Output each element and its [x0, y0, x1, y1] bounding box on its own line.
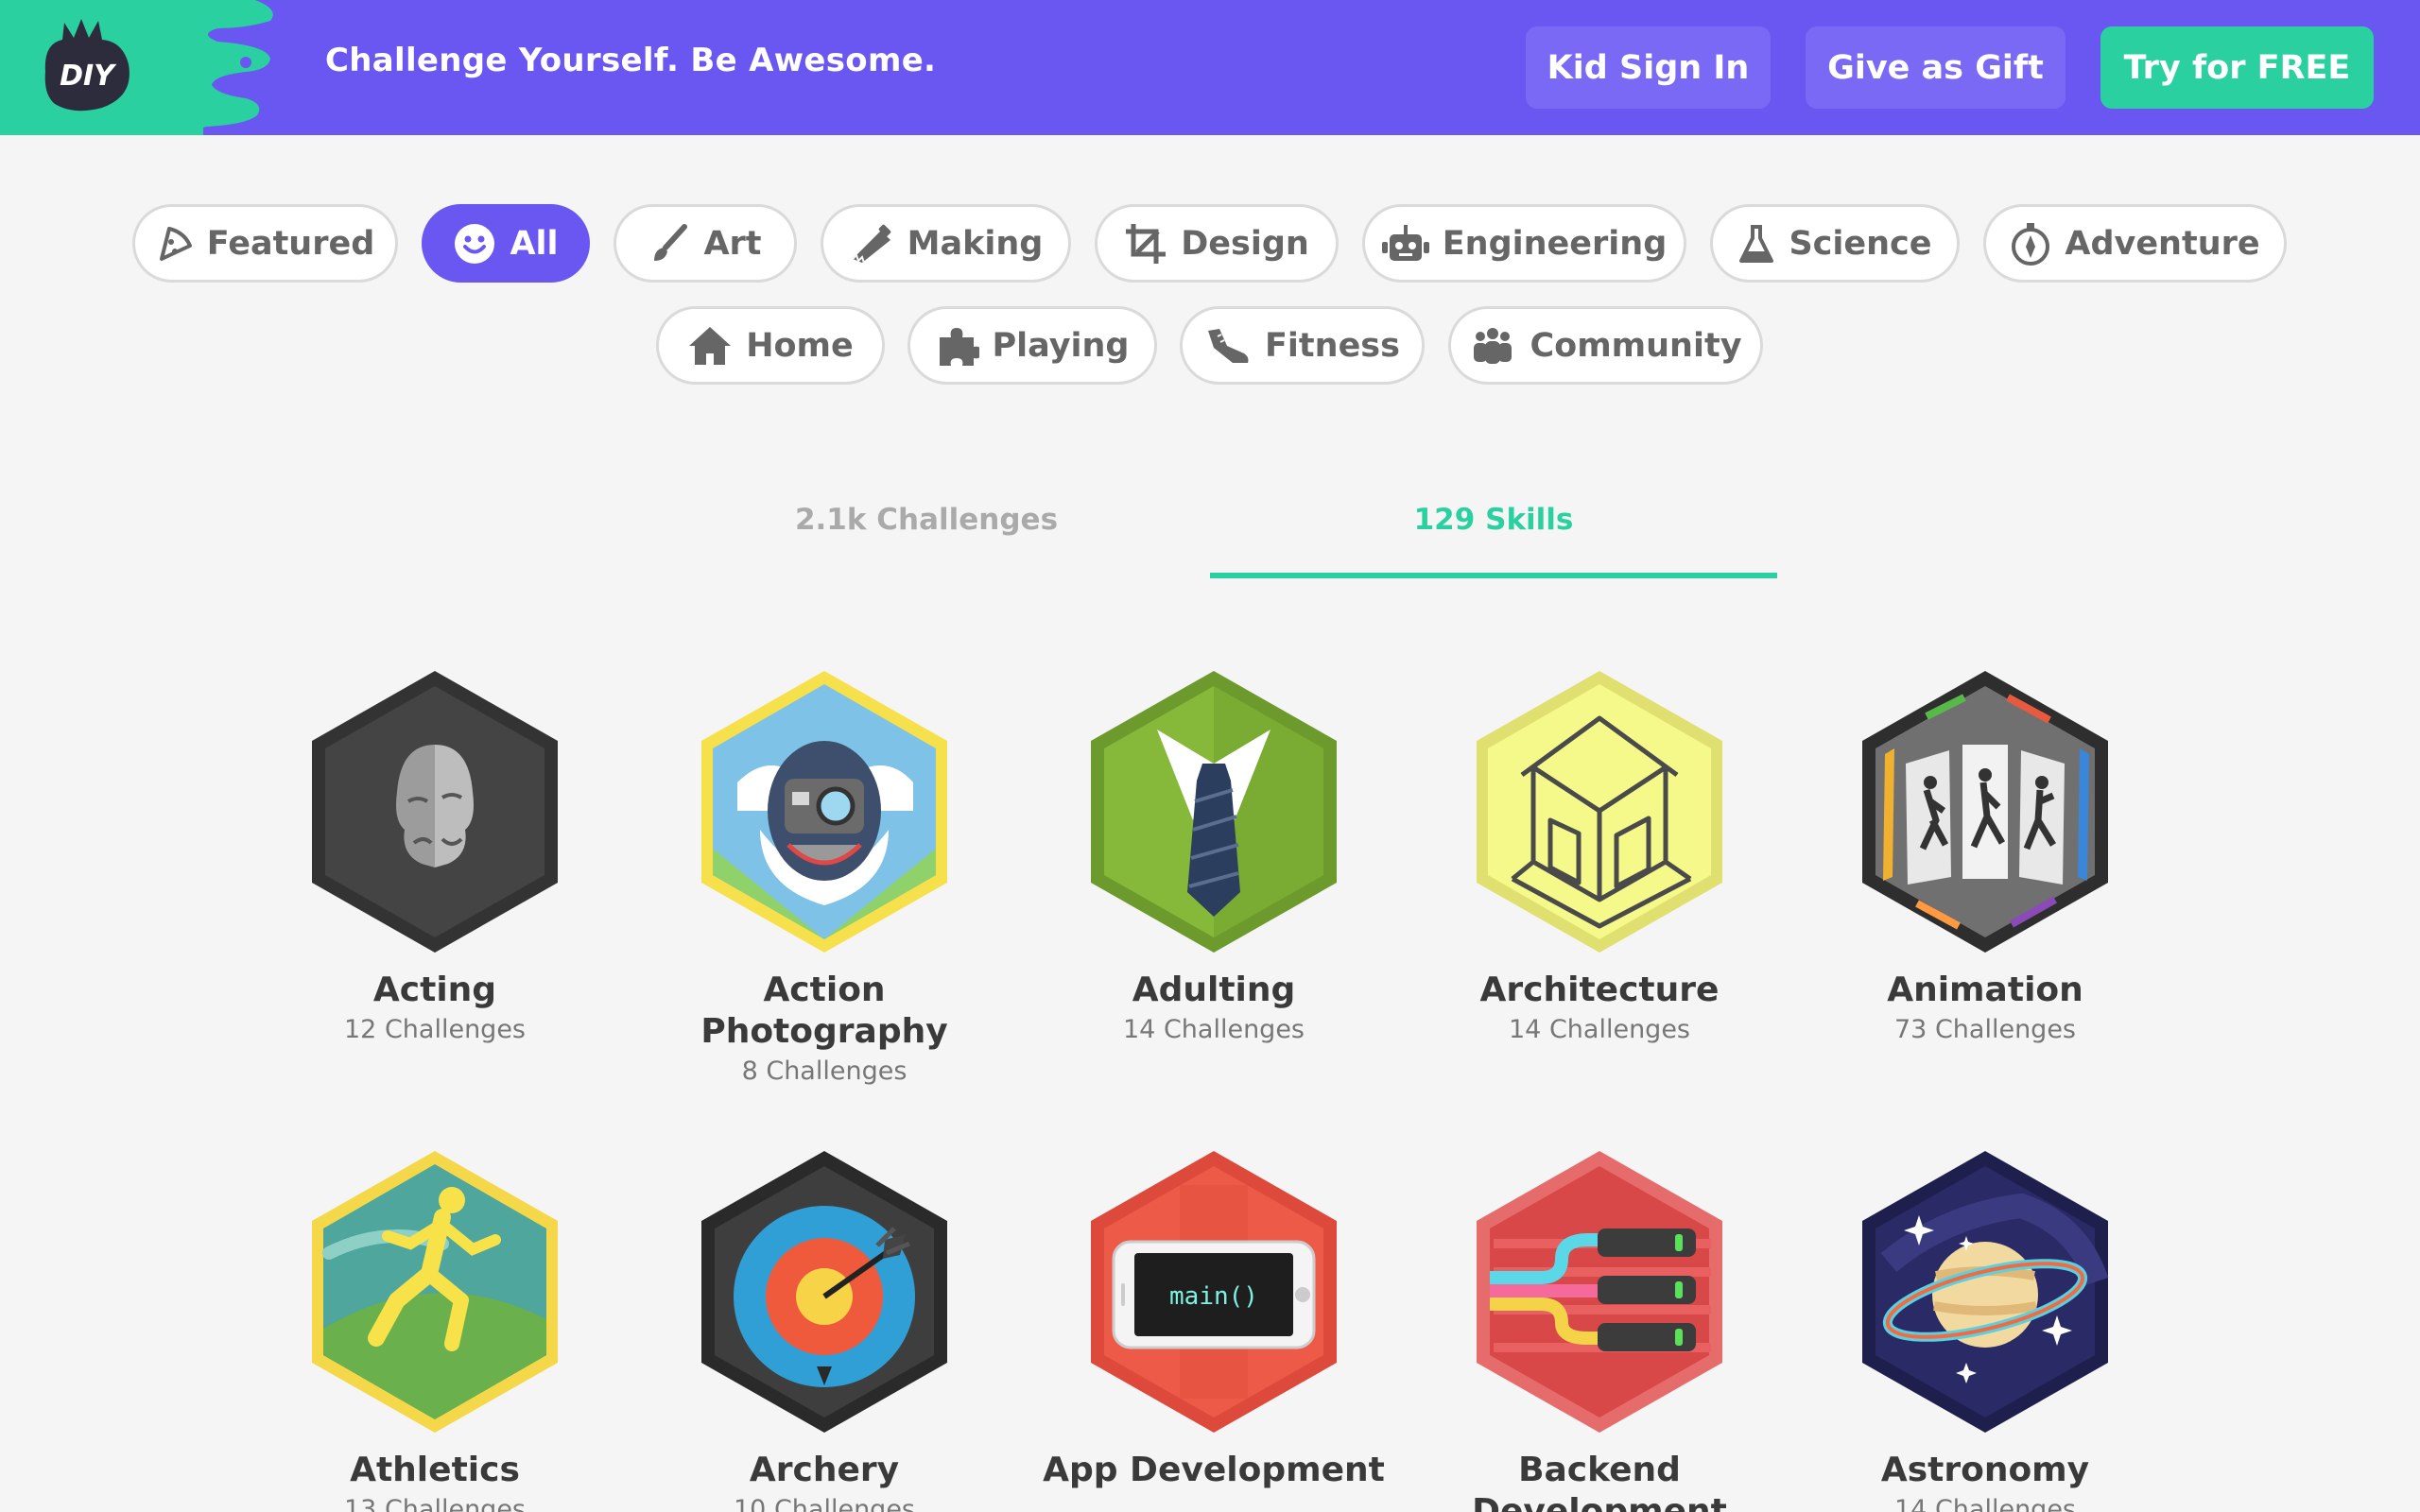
skill-count: 8 Challenges: [741, 1057, 908, 1086]
theater-mask-badge: [312, 671, 558, 953]
target-arrow-badge: [701, 1151, 947, 1433]
smiley-icon: [455, 223, 495, 264]
category-home[interactable]: Home: [656, 306, 885, 385]
people-icon: [1474, 327, 1512, 364]
tagline: Challenge Yourself. Be Awesome.: [325, 42, 937, 79]
give-as-gift-button[interactable]: Give as Gift: [1806, 26, 2066, 109]
skill-count: 13 Challenges: [344, 1495, 526, 1512]
category-label: Adventure: [2065, 224, 2260, 263]
phone-code-badge: main(): [1091, 1151, 1337, 1433]
logo-drip-shape: [180, 0, 273, 135]
skill-name: Acting: [372, 971, 497, 1009]
skill-card-app-development[interactable]: main() App Development: [1025, 1149, 1403, 1493]
pizza-icon: [159, 226, 192, 261]
category-playing[interactable]: Playing: [908, 306, 1157, 385]
category-label: Making: [907, 224, 1044, 263]
category-engineering[interactable]: Engineering: [1362, 204, 1686, 283]
crop-pencil-icon: [1126, 223, 1167, 264]
skill-count: 12 Challenges: [344, 1015, 526, 1044]
skill-card-acting[interactable]: Acting 12 Challenges: [246, 669, 624, 1047]
paintbrush-icon: [654, 223, 688, 261]
flipbook-runner-badge: [1862, 671, 2108, 953]
skill-count: 14 Challenges: [1123, 1015, 1305, 1044]
category-featured[interactable]: Featured: [132, 204, 398, 283]
skill-name: Archery: [749, 1451, 900, 1489]
runner-badge: [312, 1151, 558, 1433]
skill-name: Adulting: [1132, 971, 1296, 1009]
code-text: main(): [1169, 1282, 1258, 1311]
category-science[interactable]: Science: [1710, 204, 1960, 283]
skill-name: Astronomy: [1880, 1451, 2090, 1489]
category-label: All: [510, 224, 559, 263]
skill-name: Architecture: [1479, 971, 1720, 1009]
kid-sign-in-button[interactable]: Kid Sign In: [1526, 26, 1771, 109]
category-label: Home: [746, 326, 854, 365]
skill-name: Backend Development: [1472, 1451, 1727, 1512]
category-label: Featured: [206, 224, 375, 263]
skill-name: Action Photography: [700, 971, 948, 1051]
skill-count: 73 Challenges: [1894, 1015, 2076, 1044]
skill-name: Animation: [1887, 971, 2083, 1009]
skill-card-archery[interactable]: Archery 10 Challenges: [635, 1149, 1013, 1512]
skill-card-adulting[interactable]: Adulting 14 Challenges: [1025, 669, 1403, 1047]
skill-card-athletics[interactable]: Athletics 13 Challenges: [246, 1149, 624, 1512]
skill-card-animation[interactable]: Animation 73 Challenges: [1796, 669, 2174, 1047]
skill-card-backend-development[interactable]: Backend Development: [1410, 1149, 1789, 1512]
category-adventure[interactable]: Adventure: [1983, 204, 2287, 283]
house-icon: [689, 326, 732, 365]
category-all[interactable]: All: [422, 204, 590, 283]
skill-name: Athletics: [350, 1451, 520, 1489]
logo-icon[interactable]: DIY: [36, 15, 140, 119]
robot-icon: [1381, 224, 1429, 261]
saw-icon: [851, 224, 890, 263]
category-label: Science: [1789, 224, 1932, 263]
skill-card-astronomy[interactable]: Astronomy 14 Challenges: [1796, 1149, 2174, 1512]
category-making[interactable]: Making: [821, 204, 1071, 283]
category-community[interactable]: Community: [1448, 306, 1763, 385]
skill-name: App Development: [1043, 1451, 1385, 1489]
category-design[interactable]: Design: [1095, 204, 1339, 283]
tab-skills[interactable]: 129 Skills: [1210, 491, 1777, 548]
house-wireframe-badge: [1477, 671, 1722, 953]
top-bar: DIY Challenge Yourself. Be Awesome. Kid …: [0, 0, 2420, 135]
action-camera-badge: [701, 671, 947, 953]
skill-count: 10 Challenges: [734, 1495, 915, 1512]
skill-card-architecture[interactable]: Architecture 14 Challenges: [1410, 669, 1789, 1047]
flask-icon: [1739, 224, 1774, 263]
category-label: Engineering: [1442, 224, 1668, 263]
shoe-icon: [1208, 328, 1249, 363]
compass-icon: [2012, 222, 2050, 266]
try-for-free-button[interactable]: Try for FREE: [2100, 26, 2374, 109]
logo-text: DIY: [60, 60, 117, 93]
skill-count: 14 Challenges: [1509, 1015, 1690, 1044]
puzzle-icon: [939, 327, 979, 366]
category-label: Community: [1530, 326, 1742, 365]
skill-count: 14 Challenges: [1894, 1495, 2076, 1512]
necktie-badge: [1091, 671, 1337, 953]
category-art[interactable]: Art: [614, 204, 797, 283]
category-label: Playing: [992, 326, 1130, 365]
category-fitness[interactable]: Fitness: [1180, 306, 1425, 385]
category-label: Fitness: [1265, 326, 1400, 365]
category-label: Design: [1181, 224, 1309, 263]
server-cables-badge: [1477, 1151, 1722, 1433]
active-tab-indicator: [1210, 573, 1777, 578]
category-label: Art: [703, 224, 762, 263]
planet-badge: [1862, 1151, 2109, 1433]
tab-challenges[interactable]: 2.1k Challenges: [643, 491, 1210, 548]
skill-card-action-photography[interactable]: Action Photography 8 Challenges: [635, 669, 1013, 1089]
